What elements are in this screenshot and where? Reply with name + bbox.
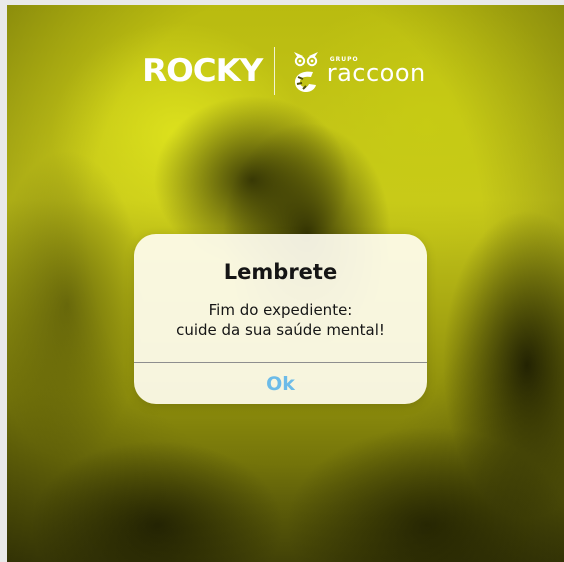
dialog-title: Lembrete	[223, 260, 338, 284]
rocky-logo: ROCKY	[142, 53, 263, 89]
raccoon-logo: GRUPO raccoon	[289, 48, 426, 94]
logo-divider	[273, 47, 275, 95]
raccoon-icon	[293, 52, 318, 92]
reminder-alert-dialog: Lembrete Fim do expediente: cuide da sua…	[134, 234, 427, 404]
dialog-message: Fim do expediente: cuide da sua saúde me…	[134, 300, 427, 340]
brand-header: ROCKY GRUPO raccoon	[7, 47, 564, 95]
raccoon-wordmark: raccoon	[326, 59, 426, 87]
ok-button[interactable]: Ok	[134, 363, 427, 404]
dialog-message-line-1: Fim do expediente:	[208, 301, 353, 319]
dialog-message-line-2: cuide da sua saúde mental!	[176, 321, 385, 339]
